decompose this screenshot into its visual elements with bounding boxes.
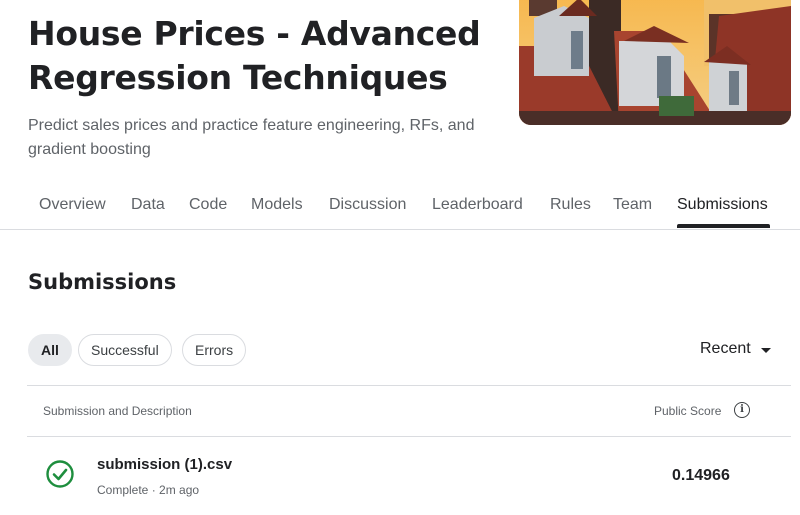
competition-tabs: Overview Data Code Models Discussion Lea… bbox=[0, 188, 800, 230]
caret-down-icon bbox=[760, 347, 771, 353]
tab-models[interactable]: Models bbox=[251, 196, 303, 214]
tab-overview[interactable]: Overview bbox=[39, 196, 106, 214]
public-score: 0.14966 bbox=[672, 467, 730, 484]
section-title: Submissions bbox=[28, 270, 177, 294]
filter-chip-errors[interactable]: Errors bbox=[182, 334, 247, 366]
competition-title: House Prices - Advanced Regression Techn… bbox=[28, 14, 481, 97]
competition-header-image bbox=[519, 0, 791, 125]
tab-discussion[interactable]: Discussion bbox=[329, 196, 406, 214]
filter-chip-successful[interactable]: Successful bbox=[78, 334, 172, 366]
competition-subtitle: Predict sales prices and practice featur… bbox=[28, 117, 475, 158]
sort-label: Recent bbox=[700, 340, 751, 357]
sort-dropdown[interactable]: Recent bbox=[700, 340, 771, 358]
tab-code[interactable]: Code bbox=[189, 196, 227, 214]
info-icon[interactable]: i bbox=[734, 402, 750, 418]
submission-file-name[interactable]: submission (1).csv bbox=[97, 456, 232, 473]
tab-data[interactable]: Data bbox=[131, 196, 165, 214]
column-header-score: Public Score bbox=[654, 404, 722, 418]
tab-submissions[interactable]: Submissions bbox=[677, 196, 768, 214]
tab-rules[interactable]: Rules bbox=[550, 196, 591, 214]
active-tab-indicator bbox=[677, 224, 770, 228]
submission-status: Complete · 2m ago bbox=[97, 483, 200, 497]
filter-chip-all[interactable]: All bbox=[28, 334, 72, 366]
check-circle-icon bbox=[46, 460, 74, 488]
tab-team[interactable]: Team bbox=[613, 196, 652, 214]
column-header-description: Submission and Description bbox=[43, 404, 192, 418]
tab-leaderboard[interactable]: Leaderboard bbox=[432, 196, 523, 214]
table-header-divider bbox=[27, 436, 791, 437]
table-top-divider bbox=[27, 385, 791, 386]
